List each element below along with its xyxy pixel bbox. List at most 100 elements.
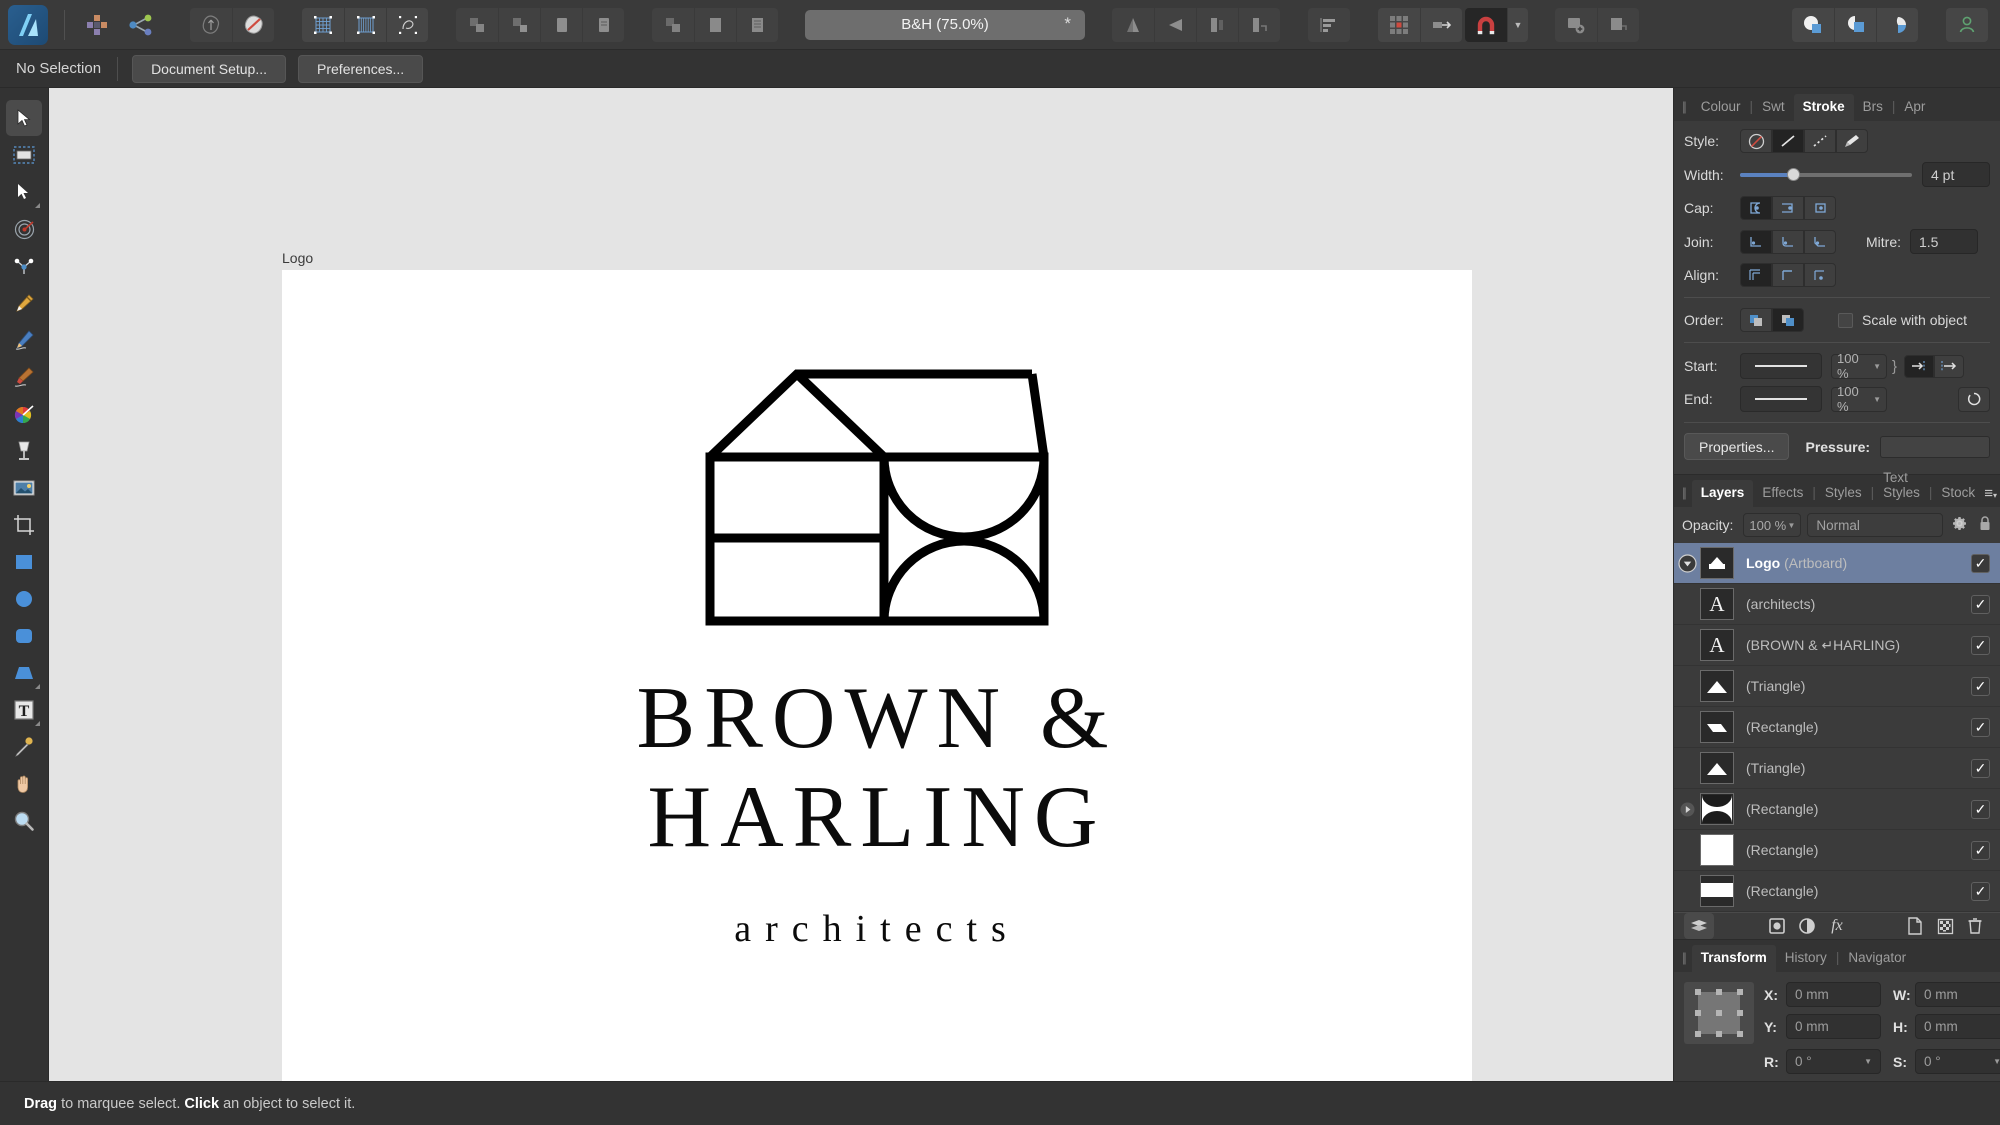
layer-row-rectangle-wide[interactable]: (Rectangle) ✓ <box>1674 871 2000 912</box>
tab-stroke[interactable]: Stroke <box>1793 94 1854 121</box>
layer-visibility-checkbox[interactable]: ✓ <box>1971 840 1990 860</box>
layer-opacity-select[interactable]: 100 % ▼ <box>1743 513 1802 537</box>
layer-row-architects-text[interactable]: A (architects) ✓ <box>1674 584 2000 625</box>
show-geometry-icon[interactable] <box>386 7 428 42</box>
transform-anchor-icon[interactable] <box>1684 982 1754 1044</box>
solid-stroke-icon[interactable] <box>1772 129 1804 153</box>
move-tool[interactable] <box>6 100 42 136</box>
layer-visibility-checkbox[interactable]: ✓ <box>1971 594 1990 614</box>
colour-picker-tool[interactable] <box>6 729 42 765</box>
transparency-tool[interactable] <box>6 433 42 469</box>
rotate-left-icon[interactable] <box>1196 7 1238 42</box>
panel-grip-icon[interactable]: || <box>1680 950 1692 972</box>
butt-cap-icon[interactable] <box>1740 196 1772 220</box>
layer-visibility-checkbox[interactable]: ✓ <box>1971 635 1990 655</box>
colour-studio-icon[interactable] <box>1792 7 1834 42</box>
flip-horizontal-icon[interactable] <box>1112 7 1154 42</box>
insert-behind-icon[interactable] <box>1597 7 1639 42</box>
layer-visibility-checkbox[interactable]: ✓ <box>1971 881 1990 901</box>
frame-text-tool[interactable]: T <box>6 692 42 728</box>
align-distribute-icon[interactable] <box>1308 7 1350 42</box>
layer-row-triangle-1[interactable]: (Triangle) ✓ <box>1674 666 2000 707</box>
adjustment-layer-icon[interactable] <box>1792 913 1822 939</box>
pen-tool[interactable] <box>6 285 42 321</box>
layer-row-artboard[interactable]: Logo (Artboard) ✓ <box>1674 543 2000 584</box>
panel-grip-icon[interactable]: || <box>1680 485 1692 507</box>
divide-shapes-icon[interactable] <box>582 7 624 42</box>
mask-layer-icon[interactable] <box>1762 913 1792 939</box>
brush-stroke-icon[interactable] <box>1836 129 1868 153</box>
export-studio-icon[interactable] <box>1876 7 1918 42</box>
tab-brushes[interactable]: Brs <box>1854 94 1892 121</box>
show-grid-icon[interactable] <box>302 7 344 42</box>
fill-tool[interactable] <box>6 396 42 432</box>
document-zoom-tab[interactable]: B&H (75.0%) * <box>805 9 1085 40</box>
artboard-logo[interactable]: BROWN & HARLING architects <box>282 270 1472 1081</box>
pressure-curve-widget[interactable] <box>1880 435 1990 458</box>
x-input[interactable]: 0 mm <box>1786 982 1881 1007</box>
add-shapes-icon[interactable] <box>456 7 498 42</box>
dashed-stroke-icon[interactable] <box>1804 129 1836 153</box>
new-layer-icon[interactable] <box>1900 913 1930 939</box>
round-cap-icon[interactable] <box>1772 196 1804 220</box>
tab-history[interactable]: History <box>1776 945 1836 972</box>
document-canvas[interactable]: Logo BROWN & HARLING architects <box>48 88 1673 1081</box>
tab-text-styles[interactable]: Text Styles <box>1874 465 1929 507</box>
tab-colour[interactable]: Colour <box>1692 94 1750 121</box>
layer-effects-gear-icon[interactable] <box>1951 515 1968 536</box>
width-value-input[interactable]: 4 pt <box>1922 162 1990 187</box>
node-tool[interactable] <box>6 174 42 210</box>
none-stroke-icon[interactable] <box>1740 129 1772 153</box>
layer-stack-icon[interactable] <box>1684 913 1714 939</box>
rotate-right-icon[interactable] <box>1238 7 1280 42</box>
align-outside-icon[interactable] <box>1804 263 1836 287</box>
r-input[interactable]: 0 ° ▼ <box>1786 1049 1881 1074</box>
preferences-button[interactable]: Preferences... <box>298 54 424 83</box>
move-to-icon[interactable] <box>1420 7 1462 42</box>
ellipse-tool[interactable] <box>6 581 42 617</box>
snapping-grid-icon[interactable] <box>1378 7 1420 42</box>
layers-studio-icon[interactable] <box>1834 7 1876 42</box>
tab-styles[interactable]: Styles <box>1816 480 1871 507</box>
mitre-value-input[interactable]: 1.5 <box>1910 229 1978 254</box>
magnet-snapping-icon[interactable] <box>1465 7 1507 42</box>
panel-menu-icon[interactable]: ≡▾ <box>1984 485 2000 507</box>
artboard-tool[interactable] <box>6 137 42 173</box>
point-transform-tool[interactable] <box>6 248 42 284</box>
user-account-icon[interactable] <box>1946 7 1988 42</box>
document-setup-button[interactable]: Document Setup... <box>132 54 287 83</box>
stroke-above-fill-icon[interactable] <box>1772 308 1804 332</box>
start-scale-select[interactable]: 100 % ▼ <box>1831 351 1887 381</box>
layer-visibility-checkbox[interactable]: ✓ <box>1971 553 1990 573</box>
flip-vertical-icon[interactable] <box>1154 7 1196 42</box>
align-inside-icon[interactable] <box>1772 263 1804 287</box>
trapezoid-tool[interactable] <box>6 655 42 691</box>
width-slider[interactable] <box>1740 166 1912 184</box>
tab-appearance[interactable]: Apr <box>1895 94 1934 121</box>
layer-visibility-checkbox[interactable]: ✓ <box>1971 676 1990 696</box>
tab-swatches[interactable]: Swt <box>1753 94 1794 121</box>
layer-row-rectangle-1[interactable]: (Rectangle) ✓ <box>1674 707 2000 748</box>
fx-icon[interactable]: fx <box>1822 913 1852 939</box>
snapping-options-caret-icon[interactable]: ▼ <box>1508 7 1528 42</box>
w-input[interactable]: 0 mm <box>1915 982 2000 1007</box>
combine-shapes-icon[interactable] <box>652 7 694 42</box>
layer-row-brown-harling-text[interactable]: A (BROWN & ↵HARLING) ✓ <box>1674 625 2000 666</box>
intersect-shapes-icon[interactable] <box>540 7 582 42</box>
layer-visibility-checkbox[interactable]: ✓ <box>1971 717 1990 737</box>
logo-wordmark[interactable]: BROWN & HARLING architects <box>282 670 1472 951</box>
layer-row-triangle-2[interactable]: (Triangle) ✓ <box>1674 748 2000 789</box>
new-pixel-layer-icon[interactable] <box>1930 913 1960 939</box>
s-input[interactable]: 0 ° ▼ <box>1915 1049 2000 1074</box>
layer-visibility-checkbox[interactable]: ✓ <box>1971 758 1990 778</box>
round-join-icon[interactable] <box>1772 229 1804 254</box>
blend-mode-select[interactable]: Normal <box>1807 513 1943 537</box>
end-scale-select[interactable]: 100 % ▼ <box>1831 384 1887 414</box>
pixel-persona-icon[interactable] <box>76 8 118 42</box>
layer-row-rectangle-curves[interactable]: (Rectangle) ✓ <box>1674 789 2000 830</box>
square-cap-icon[interactable] <box>1804 196 1836 220</box>
stroke-properties-button[interactable]: Properties... <box>1684 433 1790 460</box>
show-pixel-grid-icon[interactable] <box>344 7 386 42</box>
place-image-tool[interactable] <box>6 470 42 506</box>
h-input[interactable]: 0 mm <box>1915 1014 2000 1039</box>
